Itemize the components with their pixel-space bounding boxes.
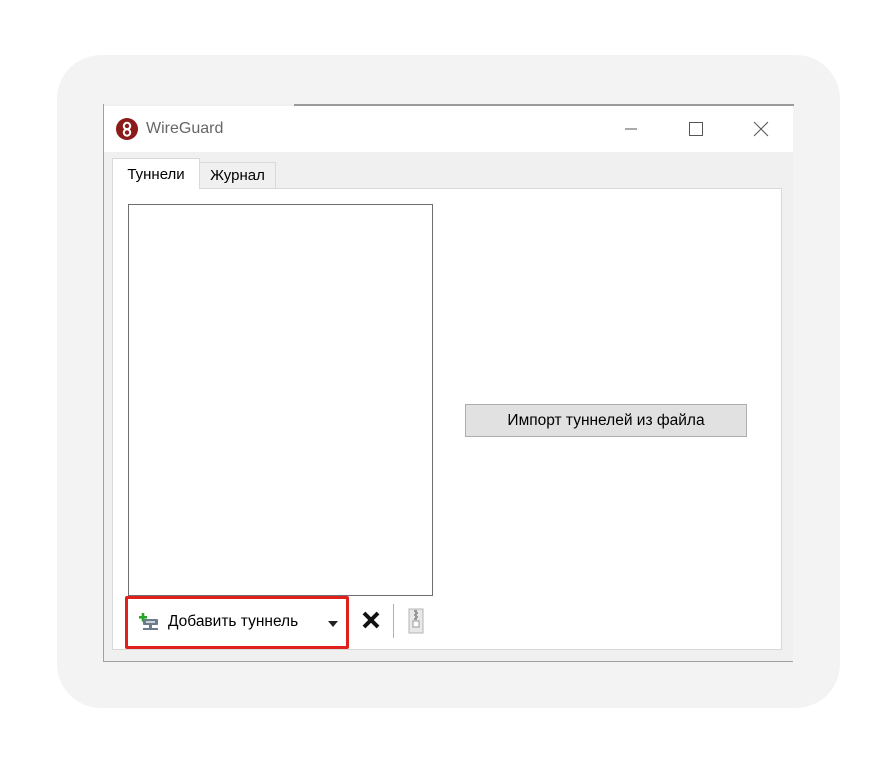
title-bar[interactable]: WireGuard	[104, 106, 793, 152]
tab-tunnels[interactable]: Туннели	[112, 158, 200, 189]
toolbar-separator	[393, 604, 394, 638]
tunnels-panel: Импорт туннелей из файла Добавить туннел…	[112, 188, 782, 650]
app-window: WireGuard Туннели Журнал Импорт туннелей…	[103, 104, 794, 662]
add-tunnel-icon	[139, 613, 161, 631]
add-tunnel-label: Добавить туннель	[168, 613, 299, 630]
add-tunnel-button[interactable]: Добавить туннель	[125, 596, 349, 649]
import-tunnels-button[interactable]: Импорт туннелей из файла	[465, 404, 747, 437]
chevron-down-icon[interactable]	[328, 621, 338, 627]
maximize-icon[interactable]	[673, 114, 719, 144]
delete-x-icon[interactable]	[359, 608, 383, 632]
tunnel-list[interactable]	[128, 204, 433, 596]
wireguard-logo-icon	[116, 118, 138, 140]
close-icon[interactable]	[738, 114, 784, 144]
minimize-icon[interactable]	[608, 114, 654, 144]
tunnel-toolbar: Добавить туннель	[125, 594, 445, 649]
zip-export-icon[interactable]	[406, 608, 426, 634]
tab-log[interactable]: Журнал	[200, 162, 276, 189]
window-title: WireGuard	[146, 120, 224, 137]
